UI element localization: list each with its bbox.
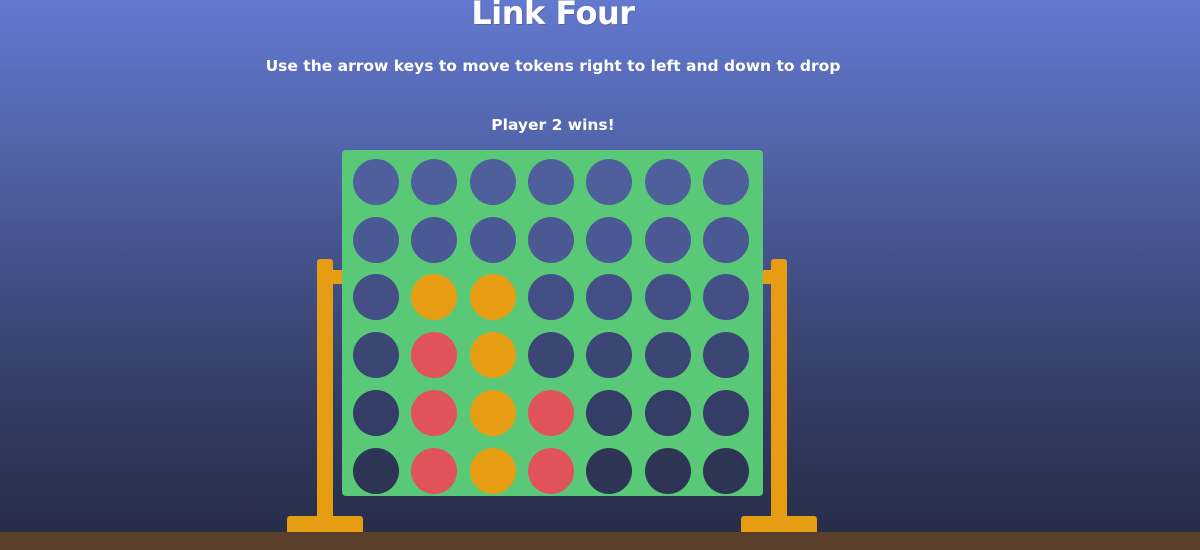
empty-slot-r4-c6[interactable] <box>703 390 749 436</box>
empty-slot-r2-c3[interactable] <box>528 274 574 320</box>
empty-slot-r1-c4[interactable] <box>586 217 632 263</box>
empty-slot-r2-c4[interactable] <box>586 274 632 320</box>
token-yellow-r2-c2[interactable] <box>470 274 516 320</box>
instructions-text: Use the arrow keys to move tokens right … <box>265 57 841 75</box>
token-red-r4-c1[interactable] <box>411 390 457 436</box>
empty-slot-r1-c6[interactable] <box>703 217 749 263</box>
empty-slot-r0-c0[interactable] <box>353 159 399 205</box>
token-red-r5-c3[interactable] <box>528 448 574 494</box>
empty-slot-r1-c1[interactable] <box>411 217 457 263</box>
empty-slot-r5-c4[interactable] <box>586 448 632 494</box>
token-red-r3-c1[interactable] <box>411 332 457 378</box>
empty-slot-r0-c4[interactable] <box>586 159 632 205</box>
empty-slot-r2-c6[interactable] <box>703 274 749 320</box>
token-yellow-r2-c1[interactable] <box>411 274 457 320</box>
empty-slot-r0-c3[interactable] <box>528 159 574 205</box>
empty-slot-r2-c0[interactable] <box>353 274 399 320</box>
token-yellow-r4-c2[interactable] <box>470 390 516 436</box>
empty-slot-r3-c4[interactable] <box>586 332 632 378</box>
empty-slot-r5-c5[interactable] <box>645 448 691 494</box>
game-status: Player 2 wins! <box>491 116 615 134</box>
empty-slot-r0-c1[interactable] <box>411 159 457 205</box>
empty-slot-r3-c0[interactable] <box>353 332 399 378</box>
token-yellow-r5-c2[interactable] <box>470 448 516 494</box>
empty-slot-r0-c5[interactable] <box>645 159 691 205</box>
empty-slot-r1-c2[interactable] <box>470 217 516 263</box>
token-red-r5-c1[interactable] <box>411 448 457 494</box>
empty-slot-r4-c0[interactable] <box>353 390 399 436</box>
empty-slot-r1-c3[interactable] <box>528 217 574 263</box>
empty-slot-r1-c0[interactable] <box>353 217 399 263</box>
empty-slot-r4-c4[interactable] <box>586 390 632 436</box>
stand-left-foot <box>287 516 363 532</box>
empty-slot-r4-c5[interactable] <box>645 390 691 436</box>
ground <box>0 532 1200 550</box>
game-title: Link Four <box>471 0 635 32</box>
empty-slot-r3-c6[interactable] <box>703 332 749 378</box>
token-yellow-r3-c2[interactable] <box>470 332 516 378</box>
stand-right-post <box>771 259 787 521</box>
stand-right-foot <box>741 516 817 532</box>
empty-slot-r0-c2[interactable] <box>470 159 516 205</box>
game-board <box>342 150 763 496</box>
stand-left-post <box>317 259 333 521</box>
empty-slot-r3-c3[interactable] <box>528 332 574 378</box>
token-red-r4-c3[interactable] <box>528 390 574 436</box>
empty-slot-r5-c6[interactable] <box>703 448 749 494</box>
empty-slot-r5-c0[interactable] <box>353 448 399 494</box>
empty-slot-r3-c5[interactable] <box>645 332 691 378</box>
empty-slot-r0-c6[interactable] <box>703 159 749 205</box>
empty-slot-r1-c5[interactable] <box>645 217 691 263</box>
empty-slot-r2-c5[interactable] <box>645 274 691 320</box>
